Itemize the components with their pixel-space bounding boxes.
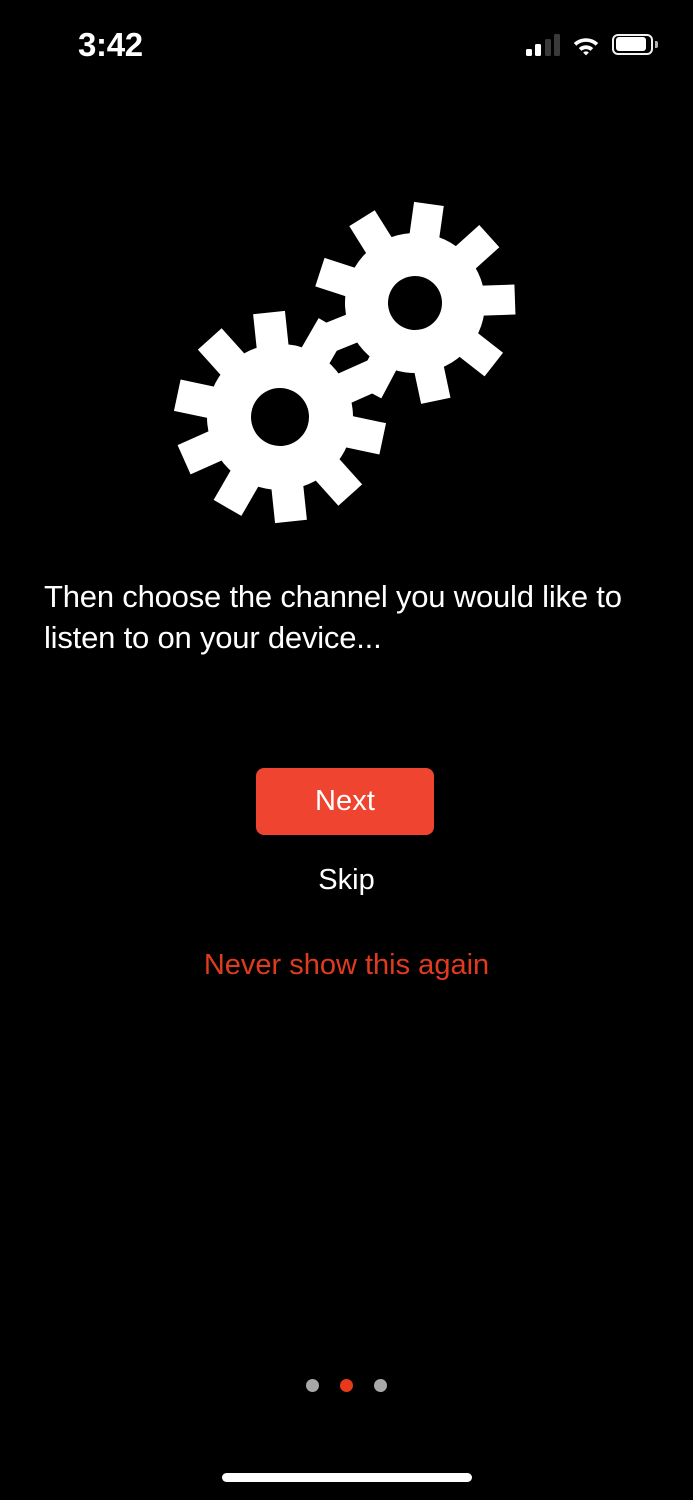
onboarding-screen: 3:42 Then choose the channel you would l… [0,0,693,1500]
battery-icon [612,33,658,57]
page-indicator [0,1379,693,1392]
cellular-signal-icon [525,34,560,56]
home-indicator-bar[interactable] [221,1473,472,1482]
skip-button[interactable]: Skip [0,861,693,899]
wifi-icon [573,38,599,56]
never-show-again-button[interactable]: Never show this again [0,946,693,984]
next-button[interactable]: Next [256,768,434,835]
two-gears-icon [173,201,516,524]
page-dot-1[interactable] [306,1379,319,1392]
onboarding-headline: Then choose the channel you would like t… [44,579,622,655]
status-bar: 3:42 [0,0,693,90]
status-bar-icons [525,28,658,62]
page-dot-3[interactable] [374,1379,387,1392]
hero-illustration [0,160,693,550]
status-bar-time: 3:42 [78,26,143,63]
page-dot-2[interactable] [340,1379,353,1392]
